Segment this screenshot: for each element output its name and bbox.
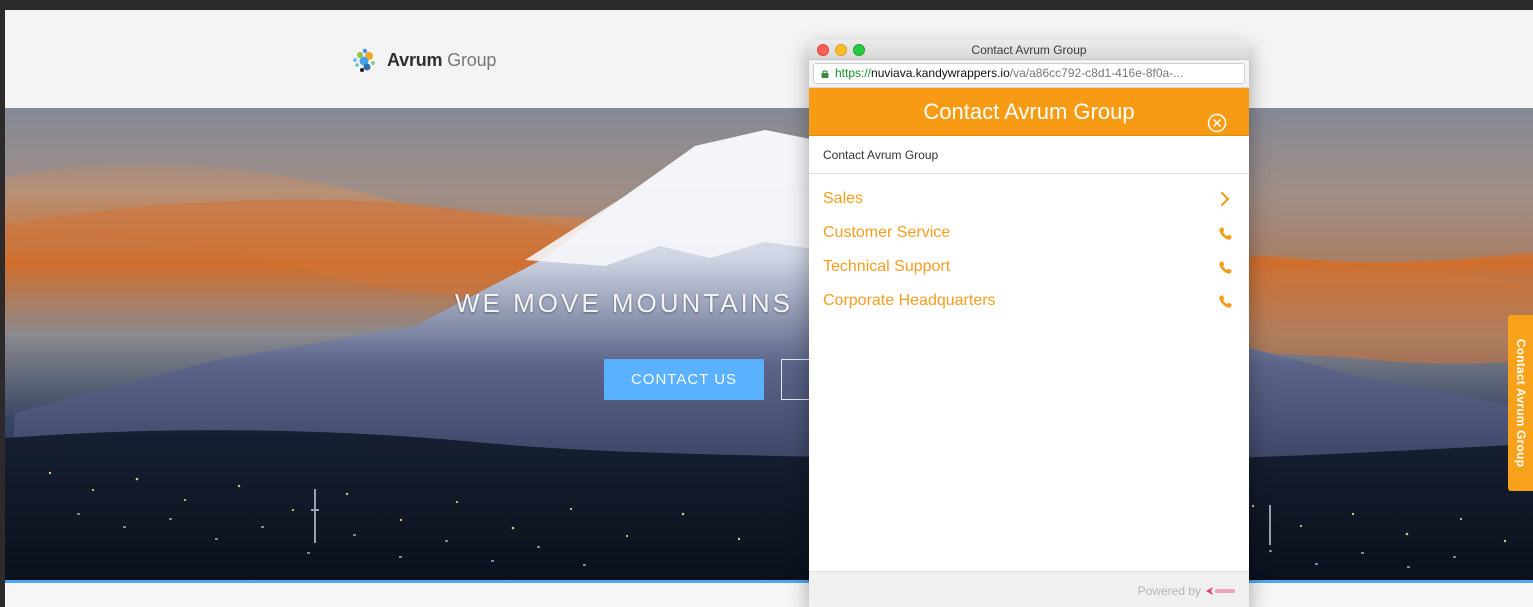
close-circle-icon: [1207, 113, 1227, 133]
popup-url-bar: https://nuviava.kandywrappers.io/va/a86c…: [809, 60, 1249, 88]
powered-by-text: Powered by: [1137, 584, 1201, 598]
url-host: nuviava.kandywrappers.io: [871, 66, 1010, 80]
hero-bottom-border: [5, 580, 1533, 583]
url-field[interactable]: https://nuviava.kandywrappers.io/va/a86c…: [813, 63, 1245, 84]
contact-option-label: Sales: [823, 190, 864, 207]
contact-option-technical-support[interactable]: Technical Support: [809, 254, 1249, 288]
url-path: /va/a86cc792-c8d1-416e-8f0a-...: [1009, 66, 1184, 80]
hero-banner: WE MOVE MOUNTAINS CONTACT US: [5, 108, 1533, 580]
popup-titlebar: Contact Avrum Group: [809, 40, 1249, 60]
contact-popup-window: Contact Avrum Group https://nuviava.kand…: [809, 40, 1249, 607]
desktop: Avrum Group WE MOVE MOUNTAINS CONTACT US…: [0, 0, 1533, 607]
hero-headline: WE MOVE MOUNTAINS: [455, 288, 793, 318]
logo-text: Avrum Group: [387, 50, 496, 71]
kandy-logo-icon: [1206, 587, 1235, 595]
mountain-hero-image: [5, 108, 1533, 580]
logo-text-light: Group: [447, 49, 497, 70]
avrum-logo-icon: [353, 48, 375, 72]
contact-option-label: Technical Support: [823, 258, 951, 275]
popup-footer: Powered by: [809, 571, 1249, 607]
contact-option-sales[interactable]: Sales: [809, 186, 1249, 220]
contact-side-tab-label: Contact Avrum Group: [1513, 338, 1528, 468]
popup-subheader: Contact Avrum Group: [809, 136, 1249, 174]
powered-by: Powered by: [1138, 584, 1237, 598]
phone-icon: [1219, 261, 1232, 274]
logo-text-bold: Avrum: [387, 49, 443, 70]
contact-option-label: Corporate Headquarters: [823, 292, 996, 309]
url-scheme: https://: [835, 66, 872, 80]
website: Avrum Group WE MOVE MOUNTAINS CONTACT US: [5, 10, 1533, 607]
popup-window-title: Contact Avrum Group: [971, 43, 1087, 57]
contact-options-list: Sales Customer Service Technical Support…: [809, 174, 1249, 322]
contact-option-customer-service[interactable]: Customer Service: [809, 220, 1249, 254]
phone-icon: [1219, 227, 1232, 240]
contact-option-label: Customer Service: [823, 224, 951, 241]
lock-icon: [821, 70, 829, 78]
popup-header-title: Contact Avrum Group: [923, 99, 1135, 124]
site-header: Avrum Group: [5, 10, 1533, 108]
site-logo[interactable]: Avrum Group: [347, 42, 496, 78]
contact-us-button[interactable]: CONTACT US: [604, 359, 764, 400]
popup-header: Contact Avrum Group: [809, 88, 1249, 136]
contact-side-tab[interactable]: Contact Avrum Group: [1508, 315, 1533, 491]
chevron-right-icon: [1220, 191, 1230, 207]
close-popup-button[interactable]: [1207, 102, 1227, 133]
contact-option-corporate-headquarters[interactable]: Corporate Headquarters: [809, 288, 1249, 322]
phone-icon: [1219, 295, 1232, 308]
